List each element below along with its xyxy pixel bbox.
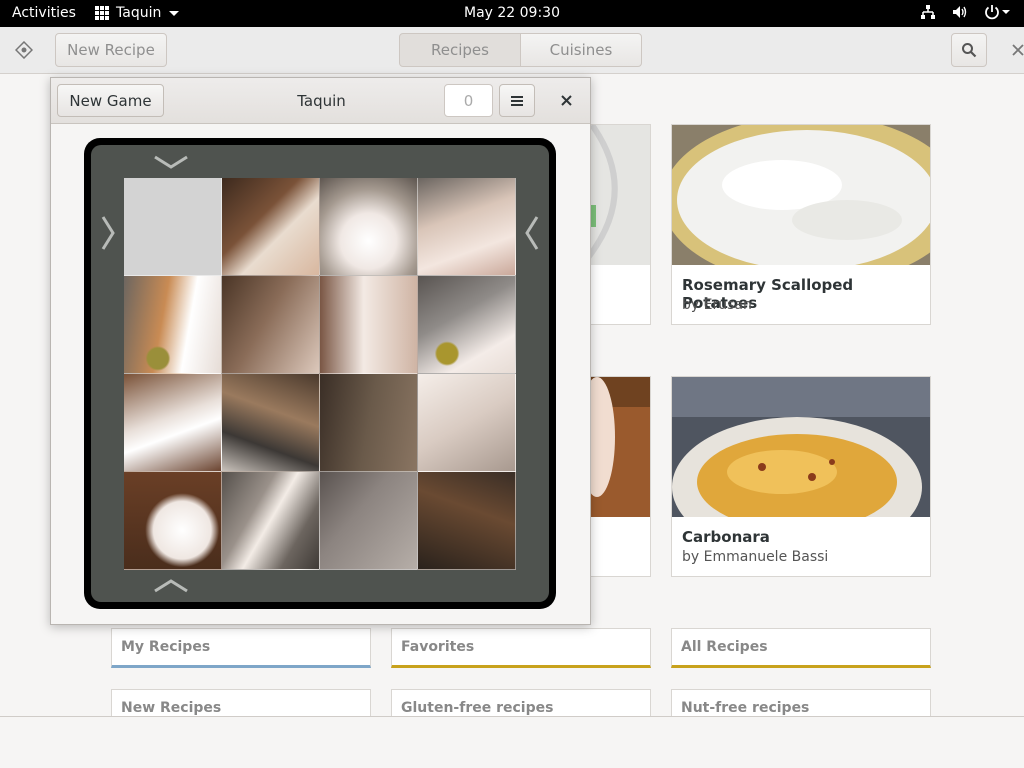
puzzle-tile[interactable]	[222, 276, 320, 374]
bottom-strip	[0, 716, 1024, 768]
new-recipe-button[interactable]: New Recipe	[55, 33, 167, 67]
recipe-card[interactable]: Carbonara by Emmanuele Bassi	[671, 376, 931, 577]
search-button[interactable]	[951, 33, 987, 67]
taquin-window: New Game Taquin 0	[50, 77, 591, 625]
menu-button[interactable]	[499, 84, 535, 117]
empty-tile	[124, 178, 222, 276]
volume-icon	[953, 6, 967, 18]
moves-counter: 0	[444, 84, 493, 117]
recipe-title: Carbonara	[682, 528, 770, 546]
taquin-headerbar: New Game Taquin 0	[51, 78, 590, 124]
recipe-author: by Emmanuele Bassi	[682, 549, 829, 565]
tab-recipes[interactable]: Recipes	[399, 33, 521, 67]
network-icon	[921, 5, 935, 19]
puzzle-tile[interactable]	[222, 178, 320, 276]
close-icon[interactable]	[1012, 44, 1024, 56]
puzzle-tile[interactable]	[418, 472, 516, 570]
puzzle-tile[interactable]	[320, 374, 418, 472]
puzzle-tile[interactable]	[418, 276, 516, 374]
board-inner	[91, 145, 549, 602]
puzzle-grid	[124, 178, 516, 570]
category-new-recipes[interactable]: New Recipes	[111, 689, 371, 716]
recipe-card[interactable]: Rosemary Scalloped Potatoes by Erusan	[671, 124, 931, 325]
close-icon[interactable]	[561, 95, 572, 106]
category-favorites[interactable]: Favorites	[391, 628, 651, 668]
clock[interactable]: May 22 09:30	[0, 5, 1024, 21]
puzzle-tile[interactable]	[222, 374, 320, 472]
category-nut-free[interactable]: Nut-free recipes	[671, 689, 931, 716]
recipe-author: by Erusan	[682, 297, 752, 313]
puzzle-tile[interactable]	[320, 472, 418, 570]
hamburger-menu-icon	[511, 95, 523, 106]
category-all-recipes[interactable]: All Recipes	[671, 628, 931, 668]
puzzle-tile[interactable]	[320, 276, 418, 374]
tab-cuisines[interactable]: Cuisines	[520, 33, 642, 67]
chevron-right-icon[interactable]	[99, 215, 117, 251]
system-status-area[interactable]	[920, 4, 1010, 20]
top-bar: Activities Taquin May 22 09:30	[0, 0, 1024, 27]
recipe-image	[672, 377, 930, 517]
recipe-image	[672, 125, 930, 265]
chevron-up-icon[interactable]	[153, 577, 189, 595]
chevron-left-icon[interactable]	[523, 215, 541, 251]
recipes-app-icon[interactable]	[15, 41, 33, 59]
puzzle-tile[interactable]	[124, 374, 222, 472]
game-board	[84, 138, 556, 609]
puzzle-tile[interactable]	[418, 178, 516, 276]
chevron-down-icon[interactable]	[153, 153, 189, 171]
puzzle-tile[interactable]	[418, 374, 516, 472]
category-my-recipes[interactable]: My Recipes	[111, 628, 371, 668]
power-icon	[985, 5, 1010, 20]
recipes-headerbar: New Recipe Recipes Cuisines	[0, 27, 1024, 74]
puzzle-tile[interactable]	[320, 178, 418, 276]
category-gluten-free[interactable]: Gluten-free recipes	[391, 689, 651, 716]
puzzle-tile[interactable]	[124, 472, 222, 570]
puzzle-tile[interactable]	[222, 472, 320, 570]
puzzle-tile[interactable]	[124, 276, 222, 374]
search-icon	[962, 43, 977, 58]
